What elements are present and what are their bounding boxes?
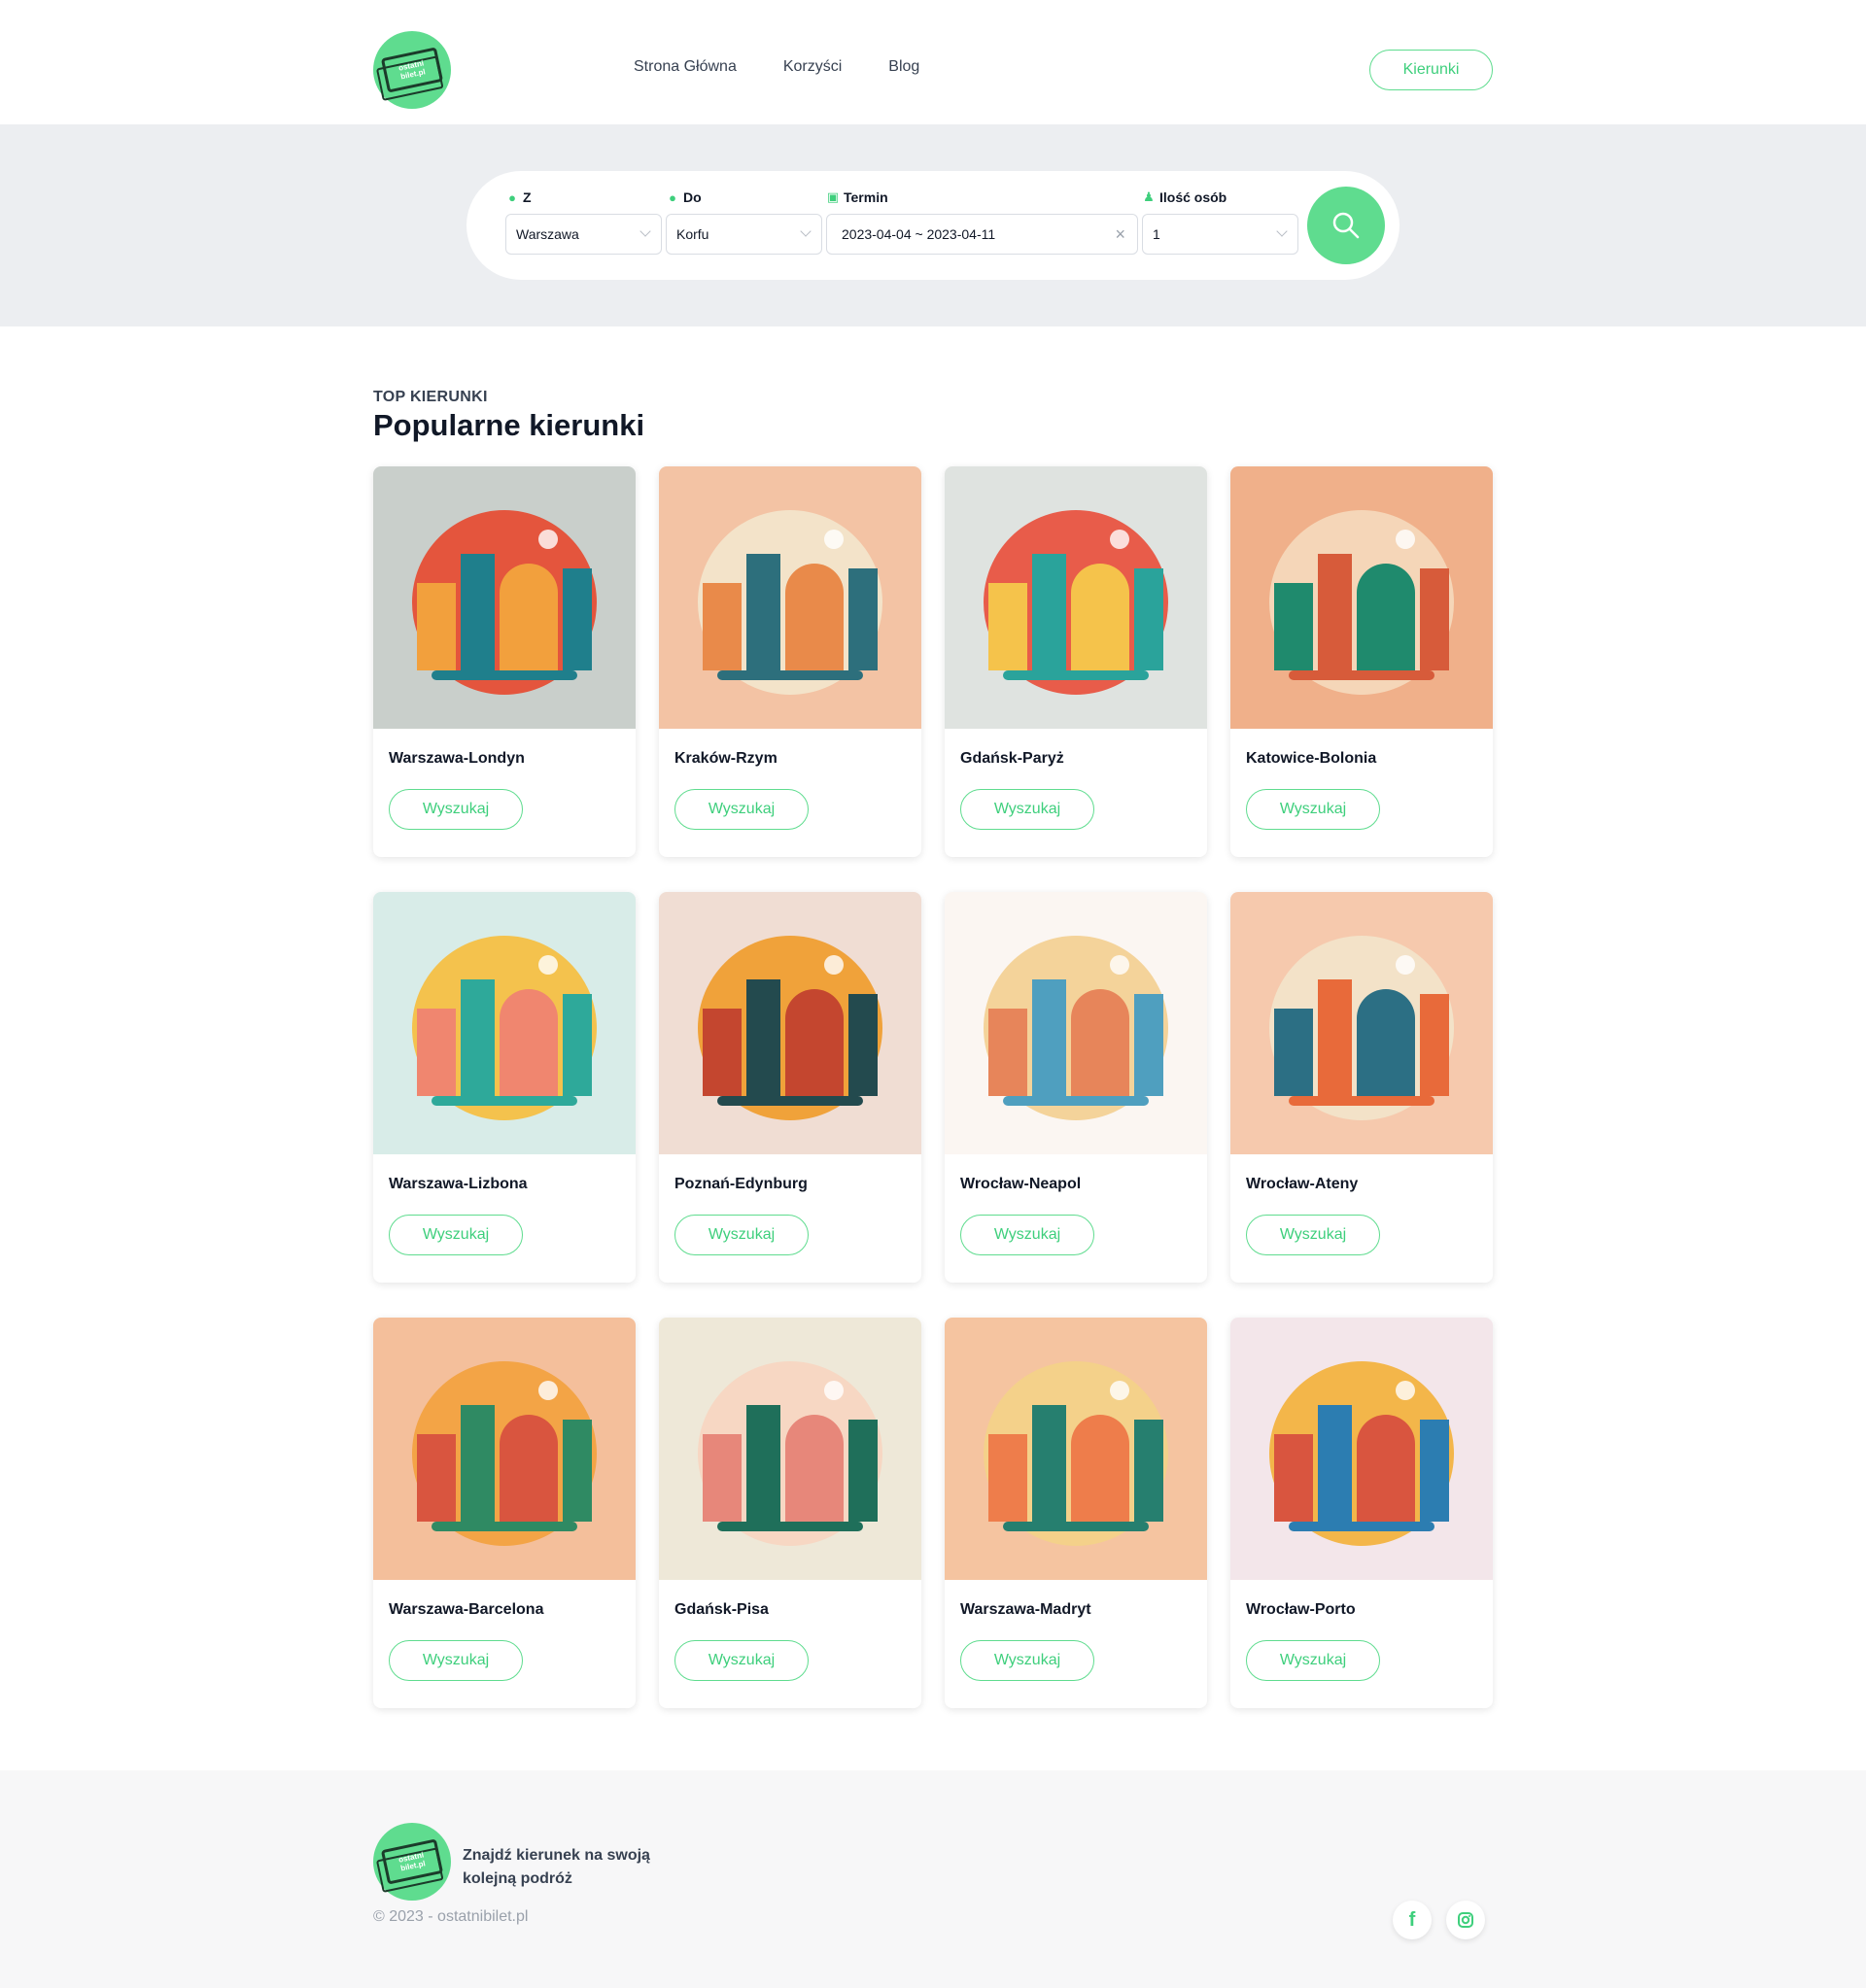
date-value: 2023-04-04 ~ 2023-04-11 xyxy=(842,226,996,242)
destination-card: Gdańsk-Pisa Wyszukaj xyxy=(659,1318,921,1708)
copyright: © 2023 - ostatnibilet.pl xyxy=(373,1908,529,1925)
logo-text: ostatni bilet.pl xyxy=(397,1850,427,1873)
destination-card: Wrocław-Neapol Wyszukaj xyxy=(945,892,1207,1283)
chevron-down-icon xyxy=(1276,225,1288,237)
destination-illustration xyxy=(1230,1318,1493,1580)
date-label: Termin xyxy=(844,189,888,205)
destination-title: Warszawa-Londyn xyxy=(389,750,525,767)
destination-illustration xyxy=(1230,466,1493,729)
destination-illustration xyxy=(945,892,1207,1154)
to-label: Do xyxy=(683,189,702,205)
calendar-icon: ▣ xyxy=(826,189,840,204)
users-icon: ♟ xyxy=(1143,189,1155,204)
search-destination-button[interactable]: Wyszukaj xyxy=(1246,1215,1380,1255)
from-label: Z xyxy=(523,189,532,205)
site-footer: ostatni bilet.pl Znajdź kierunek na swoj… xyxy=(0,1770,1866,1988)
to-value: Korfu xyxy=(676,226,709,242)
destination-title: Gdańsk-Pisa xyxy=(674,1601,769,1618)
destination-illustration xyxy=(945,1318,1207,1580)
search-button[interactable] xyxy=(1307,187,1385,264)
clear-icon[interactable]: × xyxy=(1115,224,1125,245)
destinations-button[interactable]: Kierunki xyxy=(1369,50,1493,90)
search-icon xyxy=(1332,212,1360,239)
footer-logo[interactable]: ostatni bilet.pl xyxy=(373,1823,451,1901)
people-label: Ilość osób xyxy=(1159,189,1227,205)
destination-card: Kraków-Rzym Wyszukaj xyxy=(659,466,921,857)
destination-illustration xyxy=(659,466,921,729)
destination-card: Warszawa-Londyn Wyszukaj xyxy=(373,466,636,857)
destination-title: Gdańsk-Paryż xyxy=(960,750,1064,767)
destination-illustration xyxy=(945,466,1207,729)
destination-illustration xyxy=(373,466,636,729)
search-destination-button[interactable]: Wyszukaj xyxy=(674,789,809,830)
destination-card: Warszawa-Barcelona Wyszukaj xyxy=(373,1318,636,1708)
search-destination-button[interactable]: Wyszukaj xyxy=(389,1640,523,1681)
destination-title: Wrocław-Ateny xyxy=(1246,1176,1359,1192)
nav-item-benefits[interactable]: Korzyści xyxy=(783,58,842,76)
destination-illustration xyxy=(659,1318,921,1580)
chevron-down-icon xyxy=(639,225,651,237)
map-pin-icon: ● xyxy=(508,189,516,205)
search-destination-button[interactable]: Wyszukaj xyxy=(389,789,523,830)
destination-card: Warszawa-Madryt Wyszukaj xyxy=(945,1318,1207,1708)
destination-title: Poznań-Edynburg xyxy=(674,1176,808,1192)
destinations-grid: Warszawa-Londyn Wyszukaj Kraków-Rzym Wyszuk… xyxy=(373,466,1493,1708)
search-destination-button[interactable]: Wyszukaj xyxy=(1246,1640,1380,1681)
destination-card: Wrocław-Ateny Wyszukaj xyxy=(1230,892,1493,1283)
map-pin-icon: ● xyxy=(669,189,676,205)
site-header: ostatni bilet.pl Strona Główna Korzyści … xyxy=(0,0,1866,124)
ticket-icon: ostatni bilet.pl xyxy=(380,1838,444,1885)
destination-title: Warszawa-Madryt xyxy=(960,1601,1091,1618)
destination-card: Wrocław-Porto Wyszukaj xyxy=(1230,1318,1493,1708)
destination-title: Warszawa-Barcelona xyxy=(389,1601,544,1618)
from-field: ● Z Warszawa xyxy=(505,189,662,255)
destination-illustration xyxy=(373,892,636,1154)
date-range-input[interactable]: 2023-04-04 ~ 2023-04-11 × xyxy=(826,214,1138,255)
destination-card: Poznań-Edynburg Wyszukaj xyxy=(659,892,921,1283)
people-select[interactable]: 1 xyxy=(1142,214,1298,255)
destination-title: Wrocław-Porto xyxy=(1246,1601,1356,1618)
destination-title: Katowice-Bolonia xyxy=(1246,750,1377,767)
section-eyebrow: TOP KIERUNKI xyxy=(373,389,488,405)
people-field: ♟ Ilość osób 1 xyxy=(1142,189,1298,255)
section-title: Popularne kierunki xyxy=(373,408,645,442)
destination-title: Kraków-Rzym xyxy=(674,750,778,767)
destination-card: Katowice-Bolonia Wyszukaj xyxy=(1230,466,1493,857)
search-destination-button[interactable]: Wyszukaj xyxy=(389,1215,523,1255)
search-destination-button[interactable]: Wyszukaj xyxy=(960,1215,1094,1255)
to-select[interactable]: Korfu xyxy=(666,214,822,255)
logo[interactable]: ostatni bilet.pl xyxy=(373,31,451,109)
facebook-icon[interactable]: f xyxy=(1393,1901,1432,1939)
chevron-down-icon xyxy=(800,225,812,237)
footer-tagline: Znajdź kierunek na swoją kolejną podróż xyxy=(463,1847,650,1887)
search-form: ● Z Warszawa ● Do Korfu ▣ Termin 2023-04… xyxy=(466,171,1400,280)
destination-illustration xyxy=(373,1318,636,1580)
from-value: Warszawa xyxy=(516,226,579,242)
search-destination-button[interactable]: Wyszukaj xyxy=(1246,789,1380,830)
search-destination-button[interactable]: Wyszukaj xyxy=(960,1640,1094,1681)
ticket-icon: ostatni bilet.pl xyxy=(380,47,444,93)
destination-card: Gdańsk-Paryż Wyszukaj xyxy=(945,466,1207,857)
destination-card: Warszawa-Lizbona Wyszukaj xyxy=(373,892,636,1283)
nav-item-home[interactable]: Strona Główna xyxy=(634,58,737,76)
search-destination-button[interactable]: Wyszukaj xyxy=(674,1640,809,1681)
to-field: ● Do Korfu xyxy=(666,189,822,255)
destination-title: Wrocław-Neapol xyxy=(960,1176,1082,1192)
people-value: 1 xyxy=(1153,226,1160,242)
logo-text: ostatni bilet.pl xyxy=(397,58,427,82)
nav-item-blog[interactable]: Blog xyxy=(888,58,919,76)
main-nav: Strona Główna Korzyści Blog xyxy=(634,58,919,76)
destination-title: Warszawa-Lizbona xyxy=(389,1176,528,1192)
search-destination-button[interactable]: Wyszukaj xyxy=(674,1215,809,1255)
from-select[interactable]: Warszawa xyxy=(505,214,662,255)
search-destination-button[interactable]: Wyszukaj xyxy=(960,789,1094,830)
destination-illustration xyxy=(1230,892,1493,1154)
destination-illustration xyxy=(659,892,921,1154)
instagram-icon[interactable] xyxy=(1446,1901,1485,1939)
date-field: ▣ Termin 2023-04-04 ~ 2023-04-11 × xyxy=(826,189,1138,255)
